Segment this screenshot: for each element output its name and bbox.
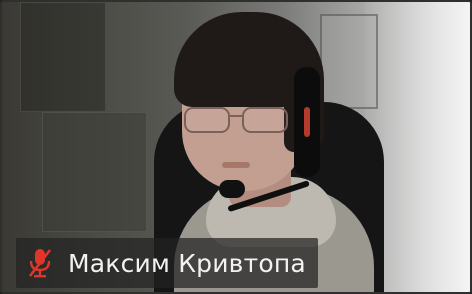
- headset-mic: [219, 180, 245, 198]
- participant-video-tile[interactable]: Максим Кривтопа: [0, 0, 472, 294]
- right-lens: [242, 107, 288, 133]
- mouth: [222, 162, 250, 168]
- participant-name: Максим Кривтопа: [68, 248, 306, 278]
- glasses-bridge: [230, 115, 242, 117]
- participant-name-label: Максим Кривтопа: [16, 238, 318, 288]
- left-lens: [184, 107, 230, 133]
- background-shelf: [20, 2, 106, 112]
- background-cabinet: [42, 112, 147, 232]
- microphone-muted-icon[interactable]: [26, 246, 54, 280]
- glasses: [184, 107, 294, 135]
- headset-accent: [304, 107, 310, 137]
